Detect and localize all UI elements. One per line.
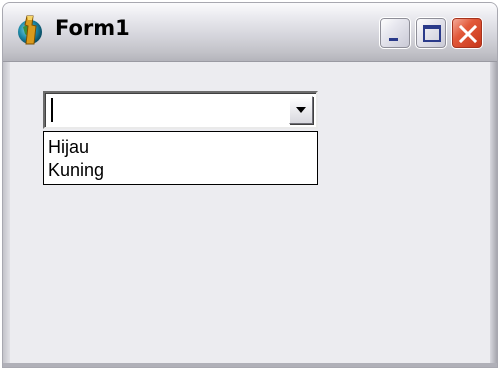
color-combobox[interactable] [43, 91, 318, 129]
combobox-dropdown-list[interactable]: Hijau Kuning [43, 131, 318, 185]
maximize-button[interactable] [415, 17, 447, 49]
minimize-button[interactable] [379, 17, 411, 49]
dropdown-option-kuning[interactable]: Kuning [48, 159, 104, 182]
chevron-down-icon [296, 107, 306, 113]
close-icon [458, 24, 478, 44]
window-title: Form1 [55, 16, 130, 40]
delphi-app-icon[interactable] [13, 13, 49, 49]
window-border-left[interactable] [3, 62, 10, 367]
text-caret [51, 98, 53, 122]
close-button[interactable] [451, 17, 483, 49]
window-border-right[interactable] [490, 62, 497, 367]
dropdown-option-hijau[interactable]: Hijau [48, 136, 89, 159]
combobox-dropdown-button[interactable] [289, 96, 313, 124]
minimize-icon [389, 38, 398, 41]
title-bar[interactable]: Form1 [3, 3, 497, 62]
window-border-bottom[interactable] [3, 363, 497, 367]
maximize-icon [423, 25, 441, 42]
form1-window: Form1 [2, 2, 498, 368]
